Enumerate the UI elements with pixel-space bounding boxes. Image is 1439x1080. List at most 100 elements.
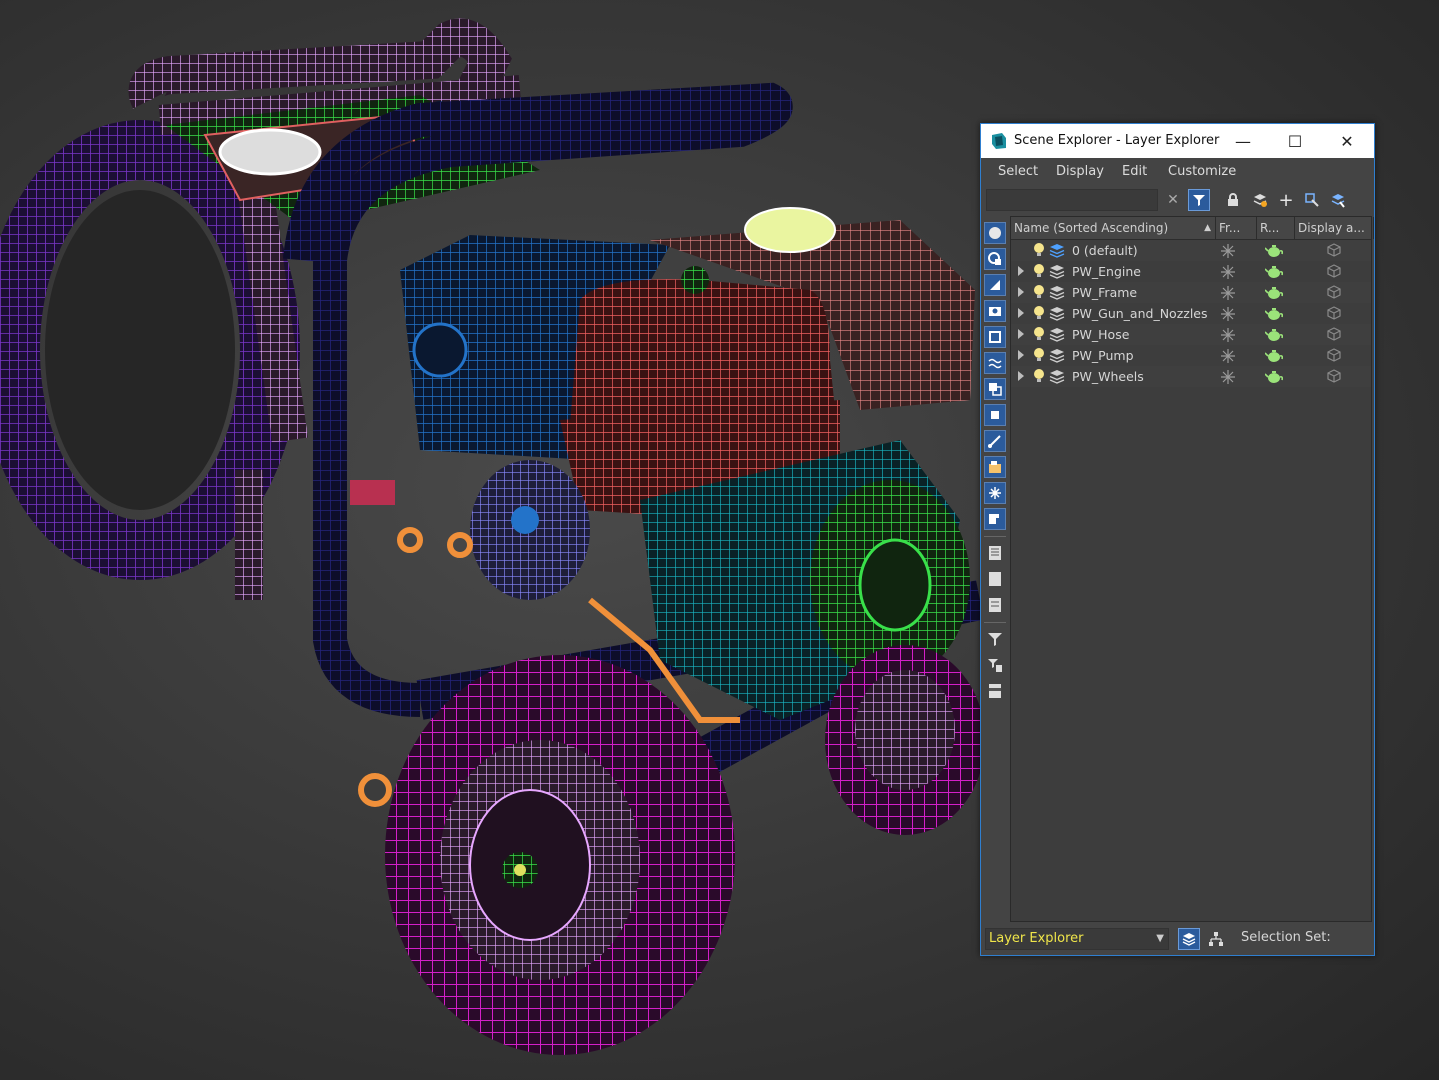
sync-selection-icon[interactable] bbox=[984, 680, 1006, 702]
display-hidden-icon[interactable] bbox=[984, 508, 1006, 530]
lightbulb-icon[interactable] bbox=[1033, 326, 1045, 342]
filter-icon[interactable] bbox=[984, 628, 1006, 650]
hierarchy-mode-icon[interactable] bbox=[1205, 928, 1227, 950]
render-teapot-icon[interactable] bbox=[1265, 286, 1283, 300]
lightbulb-icon[interactable] bbox=[1033, 347, 1045, 363]
layer-row[interactable]: PW_Gun_and_Nozzles bbox=[1011, 303, 1371, 324]
layer-row[interactable]: PW_Frame bbox=[1011, 282, 1371, 303]
chevron-down-icon: ▼ bbox=[1156, 933, 1164, 944]
layer-row[interactable]: PW_Wheels bbox=[1011, 366, 1371, 387]
display-groups-icon[interactable] bbox=[984, 378, 1006, 400]
render-teapot-icon[interactable] bbox=[1265, 244, 1283, 258]
column-display-as-box[interactable]: Display a... bbox=[1295, 217, 1374, 239]
render-teapot-icon[interactable] bbox=[1265, 370, 1283, 384]
display-lights-icon[interactable] bbox=[984, 274, 1006, 296]
layer-row[interactable]: PW_Pump bbox=[1011, 345, 1371, 366]
display-as-box-icon[interactable] bbox=[1326, 347, 1342, 363]
select-none-icon[interactable] bbox=[984, 568, 1006, 590]
expand-arrow-icon[interactable] bbox=[1018, 308, 1024, 318]
layer-stack-icon bbox=[1049, 244, 1065, 258]
render-teapot-icon[interactable] bbox=[1265, 328, 1283, 342]
lock-icon[interactable] bbox=[1222, 189, 1244, 211]
display-cameras-icon[interactable] bbox=[984, 300, 1006, 322]
title-bar[interactable]: Scene Explorer - Layer Explorer — ☐ ✕ bbox=[981, 124, 1374, 158]
display-as-box-icon[interactable] bbox=[1326, 305, 1342, 321]
layer-row[interactable]: 0 (default) bbox=[1011, 240, 1371, 261]
clear-search-icon[interactable]: ✕ bbox=[1162, 189, 1184, 211]
display-xrefs-icon[interactable] bbox=[984, 404, 1006, 426]
filter-toggle-icon[interactable] bbox=[1188, 189, 1210, 211]
display-helpers-icon[interactable] bbox=[984, 326, 1006, 348]
layer-name[interactable]: PW_Wheels bbox=[1072, 369, 1144, 384]
menu-display[interactable]: Display bbox=[1056, 164, 1104, 179]
toolbar: ✕ + bbox=[981, 186, 1374, 216]
render-teapot-icon[interactable] bbox=[1265, 349, 1283, 363]
explorer-dropdown[interactable]: Layer Explorer ▼ bbox=[985, 928, 1169, 950]
display-shapes-icon[interactable] bbox=[984, 248, 1006, 270]
select-invert-icon[interactable] bbox=[984, 594, 1006, 616]
set-current-layer-icon[interactable] bbox=[1327, 189, 1349, 211]
layer-name[interactable]: PW_Gun_and_Nozzles bbox=[1072, 306, 1208, 321]
display-as-box-icon[interactable] bbox=[1326, 263, 1342, 279]
display-frozen-icon[interactable] bbox=[984, 482, 1006, 504]
sort-ascending-icon: ▲ bbox=[1204, 223, 1211, 233]
display-spacewarps-icon[interactable] bbox=[984, 352, 1006, 374]
menu-customize[interactable]: Customize bbox=[1168, 164, 1236, 179]
layer-name[interactable]: PW_Hose bbox=[1072, 327, 1129, 342]
display-as-box-icon[interactable] bbox=[1326, 326, 1342, 342]
display-as-box-icon[interactable] bbox=[1326, 284, 1342, 300]
render-teapot-icon[interactable] bbox=[1265, 307, 1283, 321]
layer-name[interactable]: 0 (default) bbox=[1072, 243, 1138, 258]
add-to-layer-icon[interactable]: + bbox=[1275, 189, 1297, 211]
layer-row[interactable]: PW_Hose bbox=[1011, 324, 1371, 345]
expand-arrow-icon[interactable] bbox=[1018, 266, 1024, 276]
display-geometry-icon[interactable] bbox=[984, 222, 1006, 244]
lightbulb-icon[interactable] bbox=[1033, 242, 1045, 258]
scene-explorer-window[interactable]: Scene Explorer - Layer Explorer — ☐ ✕ Se… bbox=[980, 123, 1375, 956]
render-teapot-icon[interactable] bbox=[1265, 265, 1283, 279]
minimize-button[interactable]: — bbox=[1217, 124, 1269, 158]
expand-arrow-icon[interactable] bbox=[1018, 350, 1024, 360]
close-button[interactable]: ✕ bbox=[1321, 124, 1373, 158]
freeze-snowflake-icon[interactable] bbox=[1220, 327, 1236, 343]
column-renderable[interactable]: R... bbox=[1257, 217, 1295, 239]
maximize-button[interactable]: ☐ bbox=[1269, 124, 1321, 158]
lightbulb-icon[interactable] bbox=[1033, 263, 1045, 279]
lightbulb-icon[interactable] bbox=[1033, 284, 1045, 300]
layer-name[interactable]: PW_Pump bbox=[1072, 348, 1134, 363]
column-name-label: Name (Sorted Ascending) bbox=[1014, 221, 1169, 235]
expand-arrow-icon[interactable] bbox=[1018, 329, 1024, 339]
lightbulb-icon[interactable] bbox=[1033, 368, 1045, 384]
select-all-icon[interactable] bbox=[984, 542, 1006, 564]
freeze-snowflake-icon[interactable] bbox=[1220, 348, 1236, 364]
layer-stack-icon bbox=[1049, 265, 1065, 279]
nozzle-wireframe bbox=[350, 480, 395, 505]
display-bones-icon[interactable] bbox=[984, 430, 1006, 452]
freeze-snowflake-icon[interactable] bbox=[1220, 285, 1236, 301]
select-layer-icon[interactable] bbox=[1301, 189, 1323, 211]
layer-name[interactable]: PW_Engine bbox=[1072, 264, 1141, 279]
expand-arrow-icon[interactable] bbox=[1018, 371, 1024, 381]
layer-row[interactable]: PW_Engine bbox=[1011, 261, 1371, 282]
freeze-snowflake-icon[interactable] bbox=[1220, 264, 1236, 280]
display-as-box-icon[interactable] bbox=[1326, 242, 1342, 258]
menu-edit[interactable]: Edit bbox=[1122, 164, 1147, 179]
display-containers-icon[interactable] bbox=[984, 456, 1006, 478]
lightbulb-icon[interactable] bbox=[1033, 305, 1045, 321]
freeze-snowflake-icon[interactable] bbox=[1220, 243, 1236, 259]
layer-stack-icon bbox=[1049, 328, 1065, 342]
filter-dependencies-icon[interactable] bbox=[984, 654, 1006, 676]
status-bar: Layer Explorer ▼ Selection Set: bbox=[981, 922, 1374, 955]
column-frozen[interactable]: Fr... bbox=[1216, 217, 1257, 239]
column-name[interactable]: Name (Sorted Ascending) ▲ bbox=[1011, 217, 1216, 239]
layer-mode-icon[interactable] bbox=[1178, 928, 1200, 950]
menu-select[interactable]: Select bbox=[998, 164, 1038, 179]
freeze-snowflake-icon[interactable] bbox=[1220, 306, 1236, 322]
search-input[interactable] bbox=[986, 189, 1158, 211]
create-layer-icon[interactable] bbox=[1249, 189, 1271, 211]
explorer-dropdown-value: Layer Explorer bbox=[989, 931, 1084, 946]
layer-name[interactable]: PW_Frame bbox=[1072, 285, 1137, 300]
display-as-box-icon[interactable] bbox=[1326, 368, 1342, 384]
freeze-snowflake-icon[interactable] bbox=[1220, 369, 1236, 385]
expand-arrow-icon[interactable] bbox=[1018, 287, 1024, 297]
